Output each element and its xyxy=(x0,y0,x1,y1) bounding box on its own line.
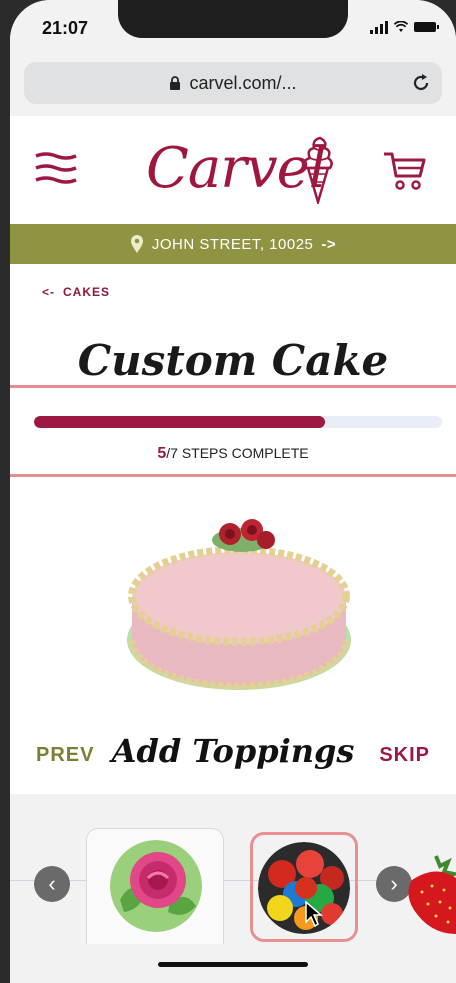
status-icons xyxy=(370,20,439,34)
location-pin-icon xyxy=(130,235,143,253)
progress-highlight-frame xyxy=(10,385,456,477)
back-to-cakes-link[interactable]: <- CAKES xyxy=(42,285,110,299)
rose-decoration xyxy=(212,519,275,552)
total-steps: /7 xyxy=(166,445,178,461)
page-title: Custom Cake xyxy=(77,336,389,385)
wifi-icon xyxy=(394,21,408,32)
notch xyxy=(118,0,348,38)
carousel-prev-button[interactable]: ‹ xyxy=(34,866,70,902)
cake-image xyxy=(127,519,351,690)
clock: 21:07 xyxy=(42,18,89,38)
ice-cream-cone-icon xyxy=(303,136,333,204)
arrow-right-icon: -> xyxy=(321,235,337,253)
skip-button[interactable]: SKIP xyxy=(379,744,430,767)
url-field[interactable]: carvel.com/... xyxy=(24,62,442,104)
url-text: carvel.com/... xyxy=(189,72,297,93)
steps-suffix: STEPS COMPLETE xyxy=(177,445,309,461)
browser-bar: carvel.com/... xyxy=(10,56,456,116)
location-label: JOHN STREET, 10025 xyxy=(151,235,314,253)
selected-topping-frame xyxy=(250,832,358,942)
signal-icon xyxy=(370,20,388,34)
battery-icon xyxy=(414,22,439,32)
back-label: CAKES xyxy=(63,285,111,299)
hamburger-menu-icon[interactable] xyxy=(34,152,78,184)
site-header: Carvel xyxy=(10,116,456,224)
topping-rose[interactable] xyxy=(110,840,202,932)
phone-screen: 21:07 carvel.com/... Carvel JOHN STREET,… xyxy=(10,0,456,983)
steps-complete-text: 5/7 STEPS COMPLETE xyxy=(10,445,456,463)
topping-strawberry[interactable] xyxy=(400,850,456,934)
arrow-left-icon: <- xyxy=(42,285,56,299)
shopping-cart-icon[interactable] xyxy=(382,150,428,192)
chevron-right-icon: › xyxy=(390,871,398,896)
progress-track xyxy=(34,416,442,428)
reload-icon[interactable] xyxy=(410,72,432,94)
toppings-carousel: ‹ › xyxy=(10,794,456,945)
status-bar: 21:07 xyxy=(10,0,456,56)
lock-icon xyxy=(170,75,181,90)
progress-fill xyxy=(34,416,326,428)
chevron-left-icon: ‹ xyxy=(48,871,56,896)
current-step: 5 xyxy=(157,445,167,462)
home-indicator[interactable] xyxy=(158,962,308,967)
store-location-bar[interactable]: JOHN STREET, 10025 -> xyxy=(10,224,456,264)
